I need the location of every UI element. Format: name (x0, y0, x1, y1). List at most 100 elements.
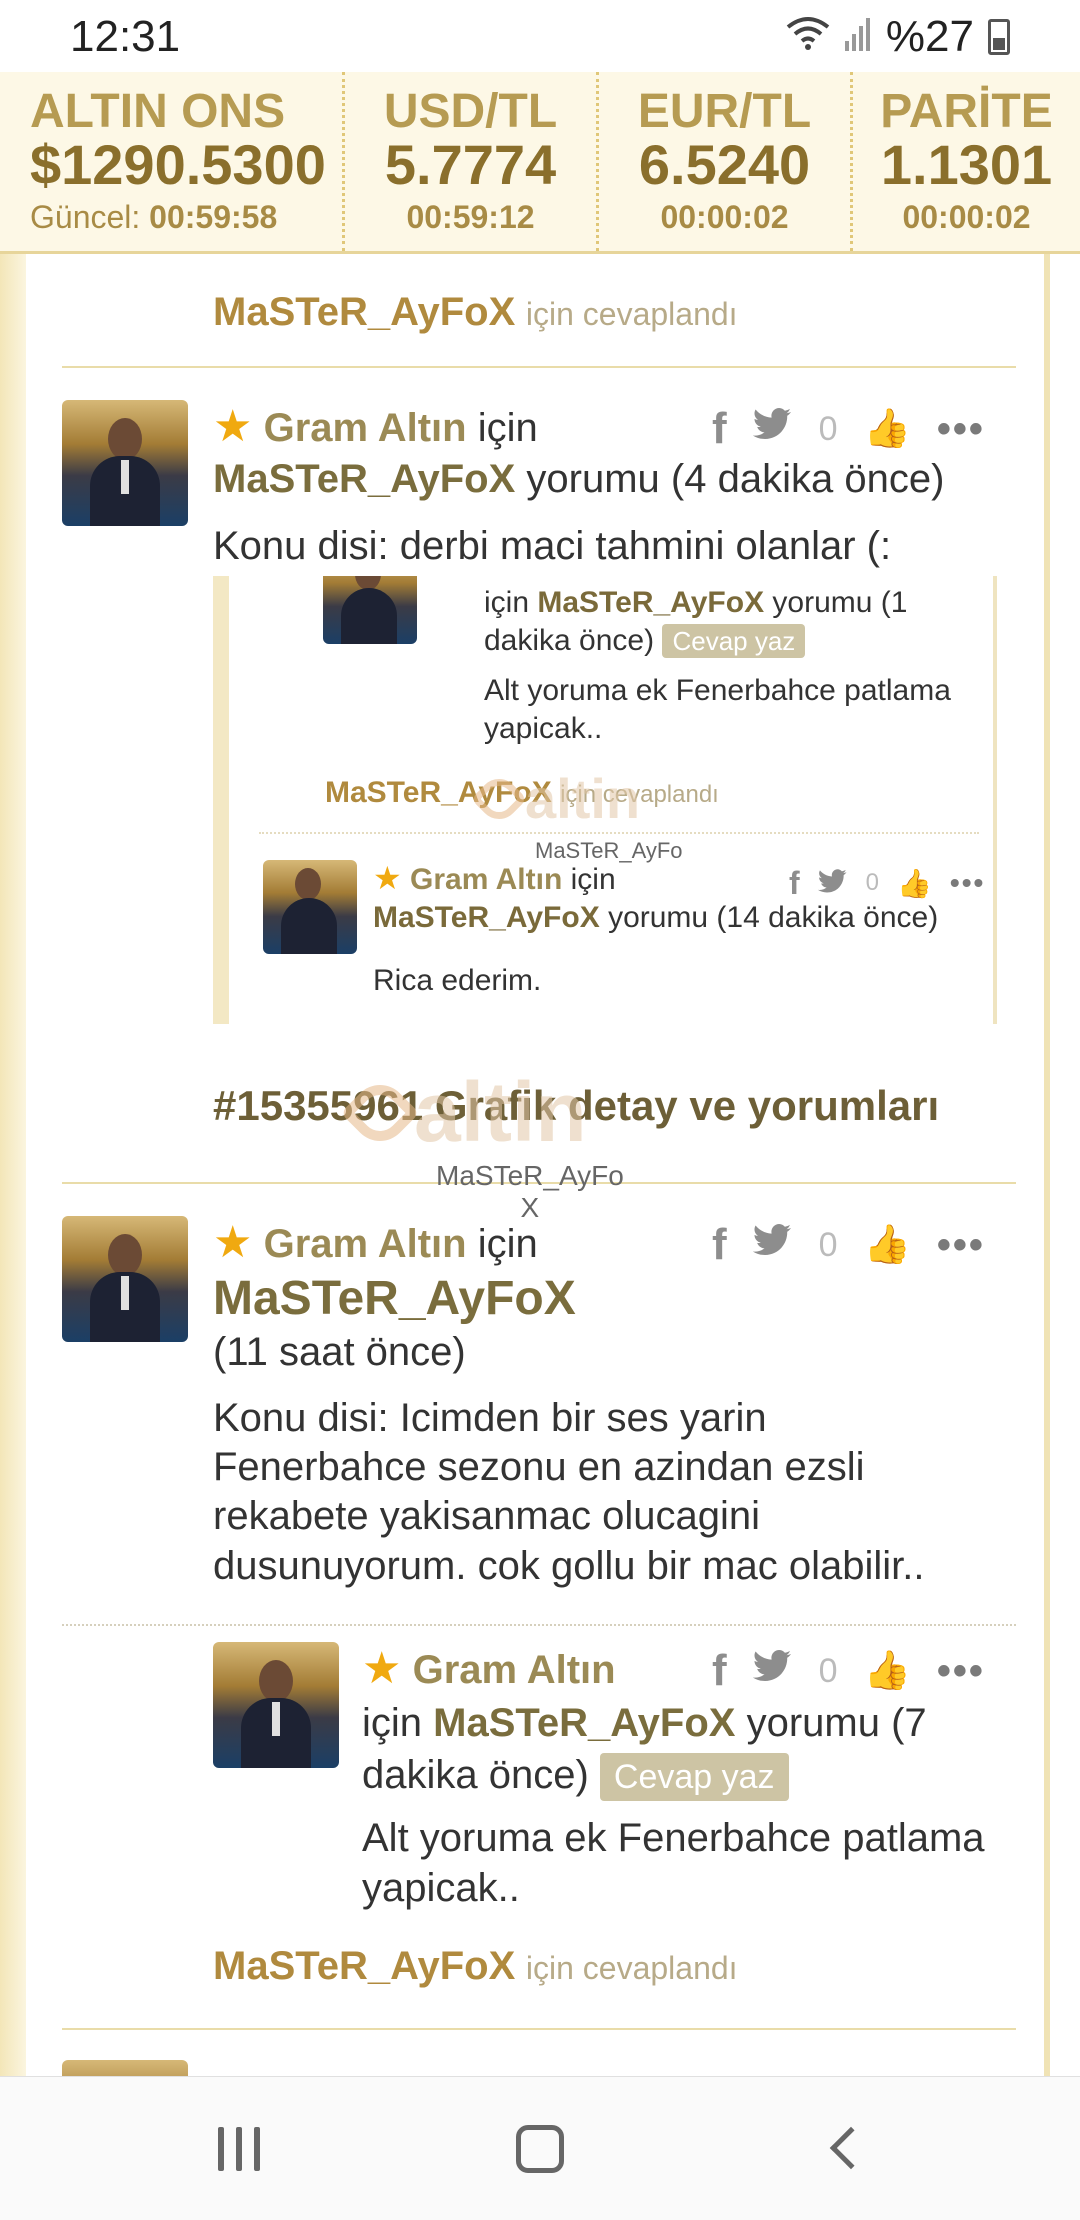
reply-text-line: Alt yoruma ek Fenerbahce patlama (362, 1816, 985, 1860)
more-icon[interactable]: ••• (937, 407, 985, 452)
embed-reply-header: için MaSTeR_AyFoX yorumu (1 dakika önce)… (484, 584, 907, 659)
ticker-time: 00:00:02 (660, 198, 789, 235)
user-link[interactable]: MaSTeR_AyFoX (433, 1701, 735, 1745)
back-icon[interactable] (829, 2126, 873, 2170)
thumbs-up-icon[interactable]: 👍 (864, 1223, 911, 1267)
ticker-time-value: 00:59:58 (149, 198, 278, 235)
reply-button: Cevap yaz (662, 623, 806, 658)
avatar[interactable] (62, 2060, 188, 2076)
ticker-value: 6.5240 (638, 133, 811, 196)
ticker-label: PARİTE (880, 85, 1053, 138)
ticker-parite[interactable]: PARİTE 1.1301 00:00:02 (850, 72, 1080, 251)
reply-text: Alt yoruma ek Fenerbahce patlama yapicak… (362, 1814, 985, 1913)
facebook-icon: f (789, 864, 800, 901)
status-bar: 12:31 %27 (0, 0, 1080, 72)
user-link[interactable]: MaSTeR_AyFoX (213, 1271, 576, 1326)
facebook-icon[interactable]: f (712, 1646, 727, 1696)
divider (259, 832, 979, 834)
replied-user-link[interactable]: MaSTeR_AyFoX (213, 290, 515, 334)
ticker-time: 00:00:02 (902, 198, 1031, 235)
ticker-value: 1.1301 (880, 133, 1053, 196)
comment-text-line: Konu disi: Icimden bir ses yarin (213, 1396, 767, 1440)
twitter-icon[interactable] (752, 1649, 793, 1693)
facebook-icon[interactable]: f (712, 1220, 727, 1270)
reply-button[interactable]: Cevap yaz (599, 1753, 789, 1802)
divider (62, 366, 1016, 368)
comment-actions: f 0 👍 ••• (712, 1220, 985, 1270)
twitter-icon (817, 862, 848, 904)
avatar (263, 860, 357, 954)
frame-right (1044, 254, 1050, 2076)
facebook-icon[interactable]: f (712, 404, 727, 454)
subject-link[interactable]: Gram Altın (264, 1222, 467, 1266)
reply-text-line: yapicak.. (362, 1865, 520, 1910)
twitter-icon[interactable] (752, 1223, 793, 1267)
star-icon: ★ (373, 860, 402, 896)
ticker-time: Güncel: 00:59:58 (30, 199, 277, 236)
ticker-eur-tl[interactable]: EUR/TL 6.5240 00:00:02 (596, 72, 850, 251)
replied-suffix: için cevaplandı (525, 1950, 738, 1986)
avatar (323, 576, 417, 644)
comment-text: Konu disi: derbi maci tahmini olanlar (: (213, 524, 892, 568)
subject-link[interactable]: Gram Altın (413, 1648, 616, 1692)
replied-suffix: için cevaplandı (525, 296, 738, 332)
wifi-icon (786, 12, 830, 62)
more-icon: ••• (949, 867, 986, 898)
more-icon[interactable]: ••• (937, 1223, 985, 1268)
avatar[interactable] (62, 400, 188, 526)
comment-text-line: rekabete yakisanmac olucagini (213, 1494, 760, 1539)
embed-meta: yorumu (1 (772, 586, 908, 619)
like-count: 0 (818, 409, 838, 448)
watermark-caption-line: MaSTeR_AyFo (436, 1160, 624, 1191)
ticker-altin-ons[interactable]: ALTIN ONS $1290.5300 Güncel: 00:59:58 (0, 72, 342, 251)
home-icon[interactable] (516, 2125, 564, 2173)
ticker-time: 00:59:12 (406, 198, 535, 235)
subject-link[interactable]: Gram Altın (264, 406, 467, 450)
comment-text: Konu disi: Icimden bir ses yarin Fenerba… (213, 1394, 924, 1591)
ticker-label: EUR/TL (637, 85, 812, 138)
star-icon: ★ (362, 1644, 402, 1693)
embed-text-line: Alt yoruma ek Fenerbahce patlama (484, 674, 951, 707)
reply-actions: f 0 👍 ••• (712, 1646, 985, 1696)
like-count: 0 (818, 1225, 838, 1264)
comments-content[interactable]: MaSTeR_AyFoX için cevaplandı ★ Gram Altı… (0, 254, 1080, 2076)
user-link: MaSTeR_AyFoX (537, 586, 765, 619)
for-text: için (362, 1701, 423, 1746)
signal-icon (844, 12, 872, 62)
ticker-label: ALTIN ONS (30, 85, 286, 138)
embed-actions: f 0 👍 ••• (789, 862, 985, 904)
thumbs-up-icon[interactable]: 👍 (864, 1649, 911, 1693)
reply-meta: yorumu (7 (746, 1701, 927, 1746)
for-text: için (484, 586, 530, 619)
battery-percent: %27 (885, 12, 974, 61)
thumbs-up-icon[interactable]: 👍 (864, 407, 911, 451)
embed-reply-text: Alt yoruma ek Fenerbahce patlama yapicak… (484, 672, 951, 747)
like-count: 0 (865, 869, 880, 896)
divider (62, 2028, 1016, 2030)
for-text: için (477, 1222, 538, 1266)
ticker-usd-tl[interactable]: USD/TL 5.7774 00:59:12 (342, 72, 596, 251)
subject: Gram Altın (410, 863, 563, 896)
comment-text-line: dusunuyorum. cok gollu bir mac olabilir.… (213, 1543, 925, 1588)
for-text: için (570, 863, 616, 896)
avatar[interactable] (62, 1216, 188, 1342)
comment-text-line: Fenerbahce sezonu en azindan ezsli (213, 1445, 865, 1490)
twitter-icon[interactable] (752, 407, 793, 451)
watermark-logo (470, 770, 528, 827)
status-time: 12:31 (70, 12, 181, 61)
embedded-screenshot[interactable]: için MaSTeR_AyFoX yorumu (1 dakika önce)… (213, 576, 997, 1024)
star-icon: ★ (213, 402, 253, 451)
watermark-logo (340, 1072, 420, 1153)
divider (62, 1624, 1016, 1626)
user-link[interactable]: MaSTeR_AyFoX (213, 457, 515, 501)
replied-user-link[interactable]: MaSTeR_AyFoX (213, 1944, 515, 1988)
user: MaSTeR_AyFoX (373, 900, 600, 934)
status-icons: %27 (786, 12, 1010, 62)
more-icon[interactable]: ••• (937, 1649, 985, 1694)
embed-text-line: yapicak.. (484, 711, 603, 745)
reply-meta: dakika önce) (362, 1753, 589, 1798)
watermark-text: altin (525, 767, 641, 830)
avatar[interactable] (213, 1642, 339, 1768)
comment-meta: yorumu (4 dakika önce) (526, 457, 945, 502)
recents-icon[interactable] (218, 2127, 260, 2171)
